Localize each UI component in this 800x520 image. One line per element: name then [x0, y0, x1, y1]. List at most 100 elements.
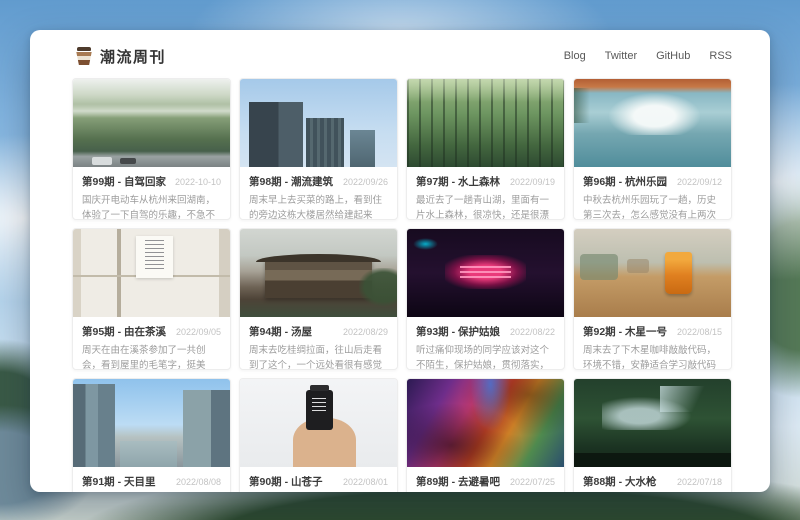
photo-shape [312, 398, 326, 414]
issue-excerpt: 周末去吃桂绸拉面，往山后走看到了这个，一个远处看很有感觉的建筑，查了查叫汤屋。 [249, 343, 388, 370]
issue-title[interactable]: 第91期 - 天目里 [82, 474, 156, 489]
browser-window: 潮流周刊 Blog Twitter GitHub RSS 第99期 - 自驾回家… [30, 30, 770, 492]
photo-shape [73, 104, 230, 118]
issue-excerpt: 周末去了下木星咖啡敲敲代码，环境不错，安静适合学习敲代码啥的，由于下午 3 点多… [583, 343, 722, 370]
photo-shape [359, 268, 397, 307]
photo-shape [660, 386, 723, 412]
issue-card-body: 第93期 - 保护姑娘 2022/08/22 听过痛仰现场的同学应该对这个不陌生… [407, 317, 564, 370]
issue-date: 2022/09/19 [510, 177, 555, 187]
photo-japanese-bathhouse [240, 229, 397, 317]
issue-card[interactable]: 第88期 - 大水枪 2022/07/18 [573, 378, 732, 492]
issue-card[interactable]: 第93期 - 保护姑娘 2022/08/22 听过痛仰现场的同学应该对这个不陌生… [406, 228, 565, 370]
issue-excerpt: 周天在由在溪茶参加了一共创会，看到屋里的毛笔字，挺美的，居然是老板自己写的，牛的… [82, 343, 221, 370]
nav-link-blog[interactable]: Blog [564, 50, 586, 62]
issue-date: 2022/07/18 [677, 477, 722, 487]
issue-excerpt: 听过痛仰现场的同学应该对这个不陌生，保护姑娘，贯彻落实，高虎这一群人看着老了，但… [416, 343, 555, 370]
photo-shape [609, 93, 700, 135]
photo-shape [145, 240, 164, 270]
top-nav: Blog Twitter GitHub RSS [564, 50, 732, 62]
issue-card[interactable]: 第92期 - 木星一号 2022/08/15 周末去了下木星咖啡敲敲代码，环境不… [573, 228, 732, 370]
photo-shape [256, 254, 382, 262]
photo-shape [460, 266, 510, 280]
issue-card-body: 第97期 - 水上森林 2022/09/19 最近去了一趟青山湖，里面有一片水上… [407, 167, 564, 220]
issue-card[interactable]: 第89期 - 去避暑吧 2022/07/25 [406, 378, 565, 492]
issue-date: 2022/09/12 [677, 177, 722, 187]
issue-date: 2022/08/08 [176, 477, 221, 487]
photo-shape [413, 238, 438, 250]
site-brand[interactable]: 潮流周刊 [76, 46, 166, 67]
issue-date: 2022/08/15 [677, 327, 722, 337]
issue-card[interactable]: 第91期 - 天目里 2022/08/08 [72, 378, 231, 492]
photo-shape [120, 441, 177, 467]
photo-colorful-cave [407, 379, 564, 467]
photo-shape [249, 102, 302, 167]
issue-grid: 第99期 - 自驾回家 2022-10-10 国庆开电动车从杭州来回湖南，体验了… [72, 78, 732, 492]
photo-glass-buildings [73, 379, 230, 467]
issue-title[interactable]: 第89期 - 去避暑吧 [416, 474, 500, 489]
issue-title[interactable]: 第88期 - 大水枪 [583, 474, 657, 489]
issue-card-body: 第90期 - 山苍子 2022/08/01 [240, 467, 397, 492]
photo-tea-house-wall [73, 229, 230, 317]
coffee-cup-icon [76, 47, 92, 65]
photo-shape [470, 379, 511, 432]
issue-card[interactable]: 第95期 - 由在茶溪 2022/09/05 周天在由在溪茶参加了一共创会，看到… [72, 228, 231, 370]
issue-card-body: 第98期 - 潮流建筑 2022/09/26 周末早上去买菜的路上，看到住的旁边… [240, 167, 397, 220]
issue-date: 2022/09/05 [176, 327, 221, 337]
photo-shape [580, 254, 618, 280]
issue-title[interactable]: 第95期 - 由在茶溪 [82, 324, 166, 339]
photo-shape [310, 385, 329, 391]
issue-card[interactable]: 第97期 - 水上森林 2022/09/19 最近去了一趟青山湖，里面有一片水上… [406, 78, 565, 220]
issue-card-body: 第89期 - 去避暑吧 2022/07/25 [407, 467, 564, 492]
issue-excerpt: 周末早上去买菜的路上，看到住的旁边这栋大楼居然给建起来了，在阳光下的无遮镜效果真… [249, 193, 388, 220]
issue-card-body: 第95期 - 由在茶溪 2022/09/05 周天在由在溪茶参加了一共创会，看到… [73, 317, 230, 370]
issue-card-body: 第88期 - 大水枪 2022/07/18 [574, 467, 731, 492]
issue-title[interactable]: 第96期 - 杭州乐园 [583, 174, 667, 189]
photo-water-forest [407, 79, 564, 167]
issue-date: 2022/08/29 [343, 327, 388, 337]
photo-black-bottle-hand [240, 379, 397, 467]
photo-concert-stage [407, 229, 564, 317]
issue-card-body: 第91期 - 天目里 2022/08/08 [73, 467, 230, 492]
issue-card[interactable]: 第94期 - 汤屋 2022/08/29 周末去吃桂绸拉面，往山后走看到了这个，… [239, 228, 398, 370]
site-title: 潮流周刊 [100, 46, 166, 67]
issue-excerpt: 最近去了一趟青山湖，里面有一片水上森林，很凉快，还是很漂亮的，适合散散步。 [416, 193, 555, 220]
issue-date: 2022/09/26 [343, 177, 388, 187]
issue-card[interactable]: 第98期 - 潮流建筑 2022/09/26 周末早上去买菜的路上，看到住的旁边… [239, 78, 398, 220]
issue-excerpt: 中秋去杭州乐园玩了一趟，历史第三次去，怎么感觉没有上两次新鲜了，除去这个水还可以… [583, 193, 722, 220]
issue-card-body: 第96期 - 杭州乐园 2022/09/12 中秋去杭州乐园玩了一趟，历史第三次… [574, 167, 731, 220]
issue-card-body: 第92期 - 木星一号 2022/08/15 周末去了下木星咖啡敲敲代码，环境不… [574, 317, 731, 370]
photo-shape [183, 390, 230, 467]
issue-date: 2022-10-10 [175, 177, 221, 187]
issue-title[interactable]: 第94期 - 汤屋 [249, 324, 312, 339]
photo-night-water-spray [574, 379, 731, 467]
issue-card[interactable]: 第96期 - 杭州乐园 2022/09/12 中秋去杭州乐园玩了一趟，历史第三次… [573, 78, 732, 220]
nav-link-rss[interactable]: RSS [709, 50, 732, 62]
issue-card-body: 第99期 - 自驾回家 2022-10-10 国庆开电动车从杭州来回湖南，体验了… [73, 167, 230, 220]
photo-shape [306, 118, 344, 167]
issue-title[interactable]: 第90期 - 山苍子 [249, 474, 323, 489]
photo-shape [120, 158, 136, 164]
photo-shape [574, 88, 590, 123]
nav-link-github[interactable]: GitHub [656, 50, 690, 62]
issue-title[interactable]: 第97期 - 水上森林 [416, 174, 500, 189]
photo-shape [574, 453, 731, 467]
photo-skyscrapers [240, 79, 397, 167]
issue-card-body: 第94期 - 汤屋 2022/08/29 周末去吃桂绸拉面，往山后走看到了这个，… [240, 317, 397, 370]
photo-shape [73, 384, 115, 467]
photo-water-park [574, 79, 731, 167]
photo-shape [265, 259, 372, 298]
photo-shape [627, 259, 649, 273]
photo-orange-drink-cafe [574, 229, 731, 317]
issue-card[interactable]: 第99期 - 自驾回家 2022-10-10 国庆开电动车从杭州来回湖南，体验了… [72, 78, 231, 220]
photo-shape [117, 229, 121, 317]
issue-title[interactable]: 第99期 - 自驾回家 [82, 174, 166, 189]
issue-title[interactable]: 第98期 - 潮流建筑 [249, 174, 333, 189]
issue-card[interactable]: 第90期 - 山苍子 2022/08/01 [239, 378, 398, 492]
photo-shape [665, 252, 692, 294]
issue-title[interactable]: 第92期 - 木星一号 [583, 324, 667, 339]
photo-shape [92, 157, 112, 165]
nav-link-twitter[interactable]: Twitter [605, 50, 637, 62]
issue-date: 2022/08/22 [510, 327, 555, 337]
issue-title[interactable]: 第93期 - 保护姑娘 [416, 324, 500, 339]
site-header: 潮流周刊 Blog Twitter GitHub RSS [76, 43, 732, 69]
